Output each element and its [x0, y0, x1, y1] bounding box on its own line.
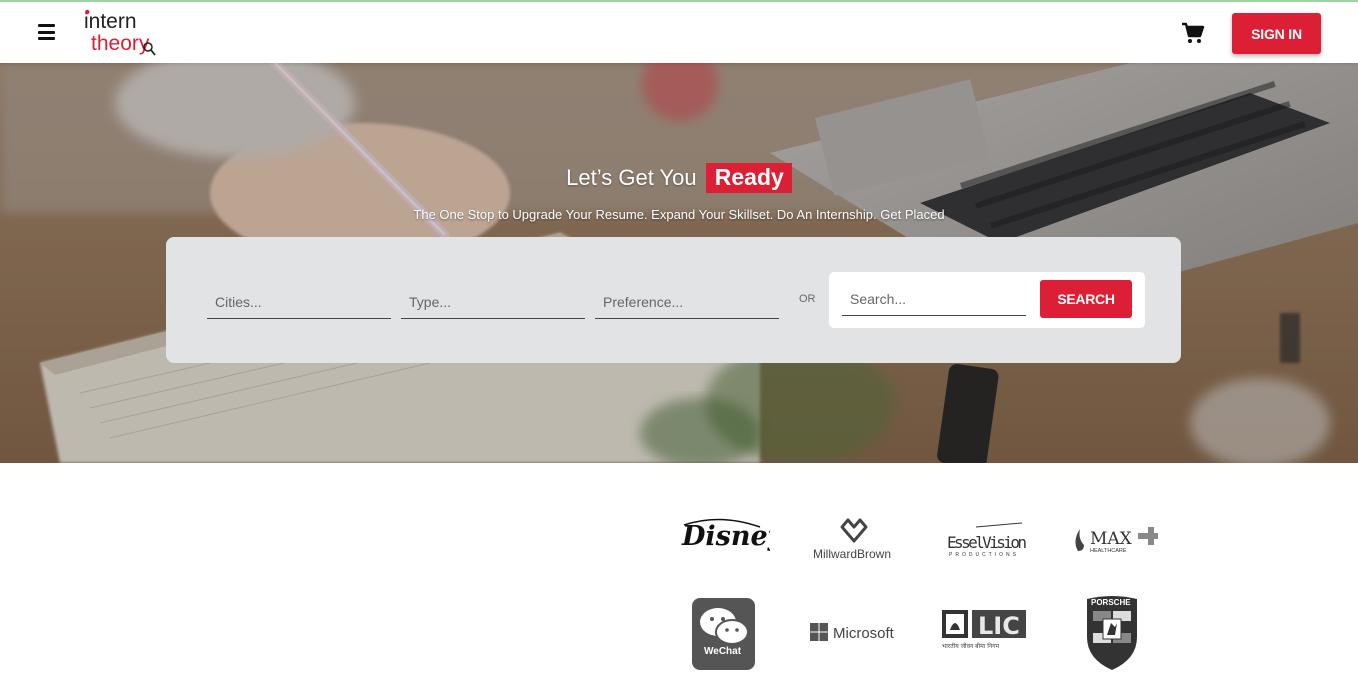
hero-title: Let’s Get You Ready: [0, 163, 1358, 193]
disney-logo: Disney: [680, 513, 786, 568]
cart-icon[interactable]: [1181, 22, 1205, 44]
svg-text:MillwardBrown: MillwardBrown: [813, 547, 891, 561]
sign-in-button[interactable]: SIGN IN: [1232, 13, 1321, 54]
lic-logo: LIC भारतीय जीवन बीमा निगम: [942, 608, 1028, 657]
hero-section: Let’s Get You Ready The One Stop to Upgr…: [0, 63, 1358, 463]
svg-text:PRODUCTIONS: PRODUCTIONS: [949, 552, 1019, 558]
max-healthcare-logo: MAX HEALTHCARE: [1072, 523, 1160, 564]
preference-input[interactable]: [595, 285, 779, 319]
hamburger-menu-icon[interactable]: [38, 24, 56, 40]
hero-title-lead: Let’s Get You: [566, 165, 697, 190]
porsche-logo: PORSCHE: [1085, 593, 1139, 675]
svg-text:भारतीय जीवन बीमा निगम: भारतीय जीवन बीमा निगम: [942, 642, 999, 650]
site-header: intern theory SIGN IN: [0, 2, 1358, 63]
svg-text:MAX: MAX: [1090, 529, 1133, 549]
essel-vision-logo: EsselVision PRODUCTIONS: [946, 521, 1030, 566]
hero-title-highlight: Ready: [705, 163, 792, 193]
search-button[interactable]: SEARCH: [1040, 280, 1132, 318]
svg-text:Microsoft: Microsoft: [833, 625, 895, 642]
svg-text:PORSCHE: PORSCHE: [1091, 598, 1131, 607]
search-input[interactable]: [842, 282, 1026, 316]
wechat-logo: WeChat: [692, 598, 756, 675]
millward-brown-logo: MillwardBrown: [812, 515, 898, 570]
logo-line1: intern: [84, 10, 137, 33]
partner-logos-section: Disney MillwardBrown EsselVision PRODUCT…: [0, 463, 1358, 670]
svg-text:LIC: LIC: [978, 612, 1020, 640]
type-input[interactable]: [401, 285, 585, 319]
search-box: SEARCH: [829, 272, 1145, 328]
svg-text:WeChat: WeChat: [704, 646, 742, 657]
microsoft-logo: Microsoft: [810, 621, 902, 650]
svg-text:HEALTHCARE: HEALTHCARE: [1090, 548, 1127, 554]
or-label: OR: [799, 293, 816, 305]
svg-text:EsselVision: EsselVision: [947, 533, 1027, 552]
search-panel: OR SEARCH: [166, 237, 1181, 363]
internshala-logo[interactable]: intern theory: [84, 8, 176, 58]
logo-line2: theory: [91, 32, 150, 55]
cities-input[interactable]: [207, 285, 391, 319]
hero-subtitle: The One Stop to Upgrade Your Resume. Exp…: [413, 207, 945, 222]
